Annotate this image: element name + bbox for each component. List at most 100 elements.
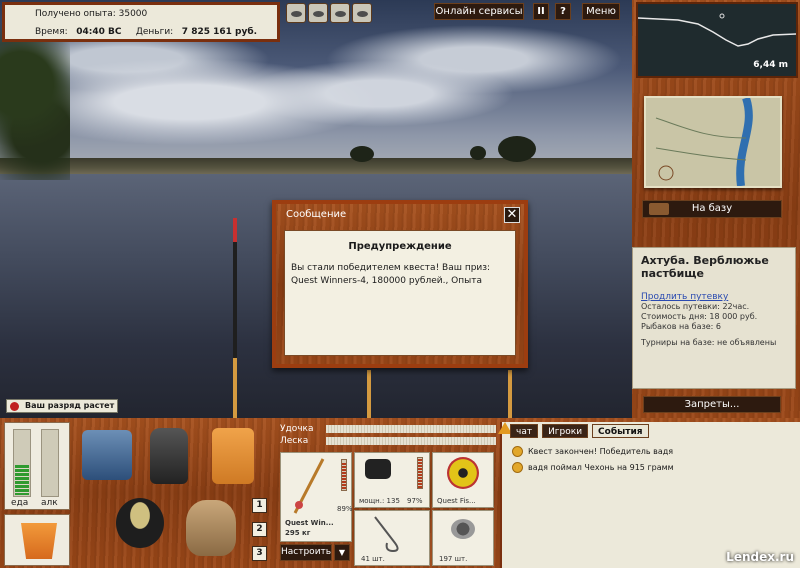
go-to-base-label: На базу (691, 203, 733, 214)
dialog-text: Вы стали победителем квеста! Ваш приз: Q… (291, 263, 491, 286)
time-label: Время: (35, 27, 68, 37)
rod-slot-1[interactable]: 1 (252, 498, 267, 513)
map-drawing (655, 96, 753, 187)
online-services-button[interactable]: Онлайн сервисы (434, 3, 524, 20)
hook-cell[interactable]: 41 шт. (354, 510, 430, 566)
depth-value: 6,44 m (753, 60, 788, 70)
depth-chart: 6,44 m (636, 2, 798, 78)
reel-cell[interactable]: мощн.: 135 97% (354, 452, 430, 508)
location-title: Ахтуба. Верблюжье пастбище (641, 254, 769, 280)
tree (350, 146, 374, 162)
alcohol-meter (41, 429, 59, 497)
fish-icon[interactable] (308, 3, 328, 23)
tab-events[interactable]: События (592, 424, 649, 438)
status-panel: Получено опыта: 35000 Время: 04:40 ВС Де… (2, 2, 280, 42)
alcohol-label: алк (41, 498, 58, 508)
money-label: Деньги: (135, 27, 174, 37)
line-label: Леска (280, 436, 309, 446)
house-icon (649, 203, 669, 215)
watermark: Lendex.ru (726, 550, 794, 564)
food-meter (13, 429, 31, 497)
reel-power: мощн.: 135 (359, 497, 400, 505)
rod-slot-3[interactable]: 3 (252, 546, 267, 561)
menu-button[interactable]: Меню (582, 3, 620, 20)
bucket-icon (21, 523, 57, 559)
line-tension-bar (326, 437, 496, 445)
rod-stake (508, 370, 512, 418)
tournaments-info: Турниры на базе: не объявлены (641, 338, 777, 347)
rod-cell[interactable]: 89% Quest Win... 295 кг (280, 452, 353, 542)
list-item: Квест закончен! Победитель вадя (510, 446, 792, 457)
tab-players[interactable]: Игроки (542, 424, 589, 438)
message-dialog: Сообщение ✕ Предупреждение Вы стали побе… (272, 200, 528, 368)
help-button[interactable]: ? (555, 3, 571, 20)
rank-text: Ваш разряд растет (25, 401, 115, 410)
bait-cell[interactable]: 197 шт. (432, 510, 494, 566)
chat-tabs: чат Игроки События (510, 424, 649, 438)
pause-button[interactable]: II (533, 3, 549, 20)
rod-percent: 89% (337, 505, 353, 513)
rod-name: Quest Win... (285, 519, 334, 527)
reel-icon (365, 459, 391, 479)
tackle-box-icon[interactable] (82, 430, 132, 480)
close-button[interactable]: ✕ (504, 207, 520, 223)
food-label: еда (11, 498, 29, 508)
rod-panel: Удочка Леска 89% Quest Win... 295 кг мощ… (278, 422, 496, 568)
dialog-title: Предупреждение (348, 241, 452, 252)
fishers-count: Рыбаков на базе: 6 (641, 322, 721, 331)
rod-stake (367, 370, 371, 418)
fish-catch-icon (512, 462, 523, 473)
day-cost: Стоимость дня: 18 000 руб. (641, 312, 758, 321)
reel-durability-bar (417, 457, 423, 489)
list-item: вадя поймал Чехонь на 915 грамм (510, 462, 792, 473)
rod-header: Удочка (278, 424, 496, 434)
rank-notification[interactable]: Ваш разряд растет (6, 399, 118, 413)
line-cell[interactable]: Quest Fis... (432, 452, 494, 508)
food-level (15, 465, 29, 495)
event-text: Квест закончен! Победитель вадя (528, 447, 674, 456)
setup-dropdown-icon[interactable]: ▼ (334, 544, 350, 561)
go-to-base-button[interactable]: На базу (642, 200, 782, 218)
rod-slot-2[interactable]: 2 (252, 522, 267, 537)
event-text: вадя поймал Чехонь на 915 грамм (528, 463, 674, 472)
bait-pot-icon[interactable] (116, 498, 164, 548)
rod-weight: 295 кг (285, 529, 311, 537)
bait-count: 197 шт. (439, 555, 468, 563)
alert-icon (10, 402, 19, 411)
notebook-icon[interactable] (212, 428, 254, 484)
tree (470, 146, 486, 160)
dialog-body: Предупреждение Вы стали победителем квес… (284, 230, 516, 356)
fish-slots (286, 3, 374, 23)
rod-icon (293, 458, 325, 514)
experience-value: 35000 (118, 9, 148, 19)
rod-label: Удочка (280, 424, 314, 434)
trophy-icon (512, 446, 523, 457)
location-info: Ахтуба. Верблюжье пастбище Продлить путе… (632, 247, 796, 389)
fishing-rod[interactable] (233, 218, 237, 418)
setup-button[interactable]: Настроить (280, 544, 332, 561)
rod-tension-bar (326, 425, 496, 433)
hook-icon (374, 516, 399, 553)
line-spool-icon (447, 457, 479, 489)
sack-icon[interactable] (186, 500, 236, 556)
tree (498, 136, 536, 162)
fish-icon[interactable] (352, 3, 372, 23)
permit-remaining: Осталось путевки: 22час. (641, 302, 750, 311)
backpack-icon[interactable] (150, 428, 188, 484)
rod-durability-bar (341, 459, 347, 491)
time-value: 04:40 ВС (76, 27, 122, 37)
bans-button[interactable]: Запреты... (643, 396, 781, 413)
line-header: Леска (278, 436, 496, 446)
location-map[interactable] (644, 96, 782, 188)
far-shore (0, 158, 632, 174)
status-meters: еда алк (4, 422, 70, 510)
money-value: 7 825 161 руб. (181, 27, 258, 37)
dialog-header: Сообщение (286, 209, 347, 220)
bucket-slot[interactable] (4, 514, 70, 566)
experience-label: Получено опыта: (35, 9, 116, 19)
extend-permit-link[interactable]: Продлить путевку (641, 292, 787, 302)
tab-chat[interactable]: чат (510, 424, 539, 438)
fish-icon[interactable] (286, 3, 306, 23)
fish-icon[interactable] (330, 3, 350, 23)
foliage (0, 20, 70, 180)
